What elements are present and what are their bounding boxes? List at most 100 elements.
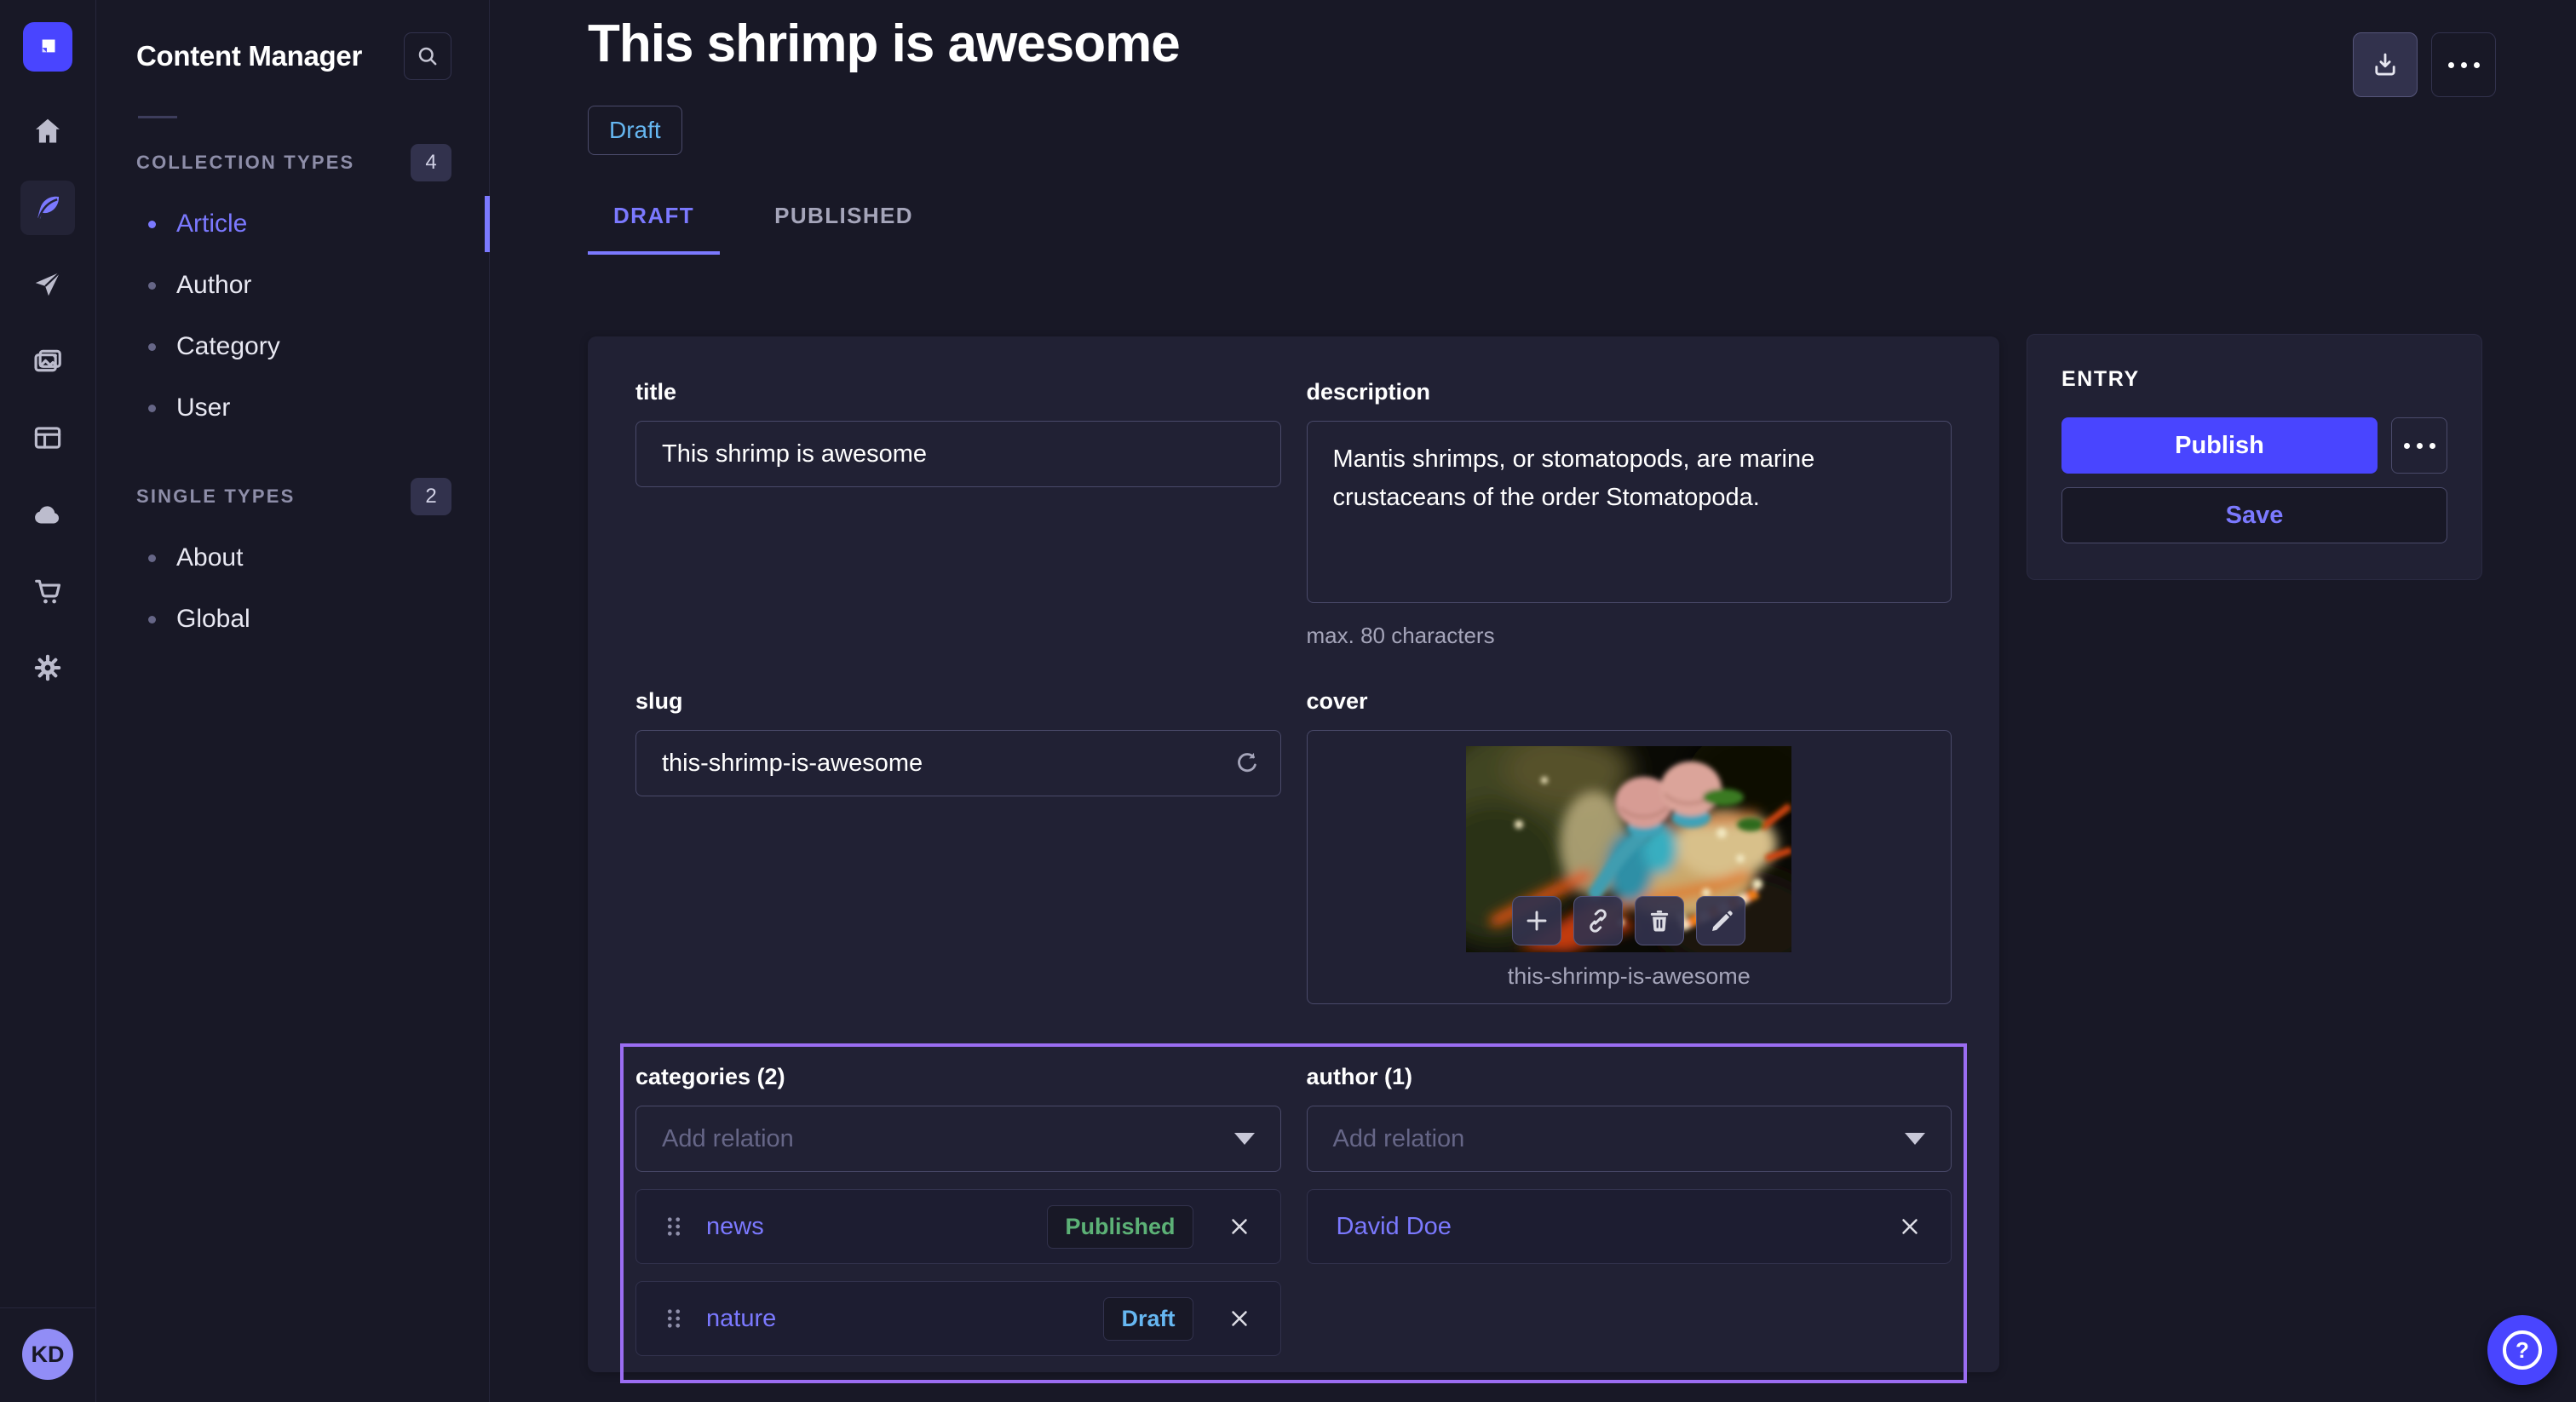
field-title: title — [635, 379, 1281, 649]
remove-relation-nature-button[interactable] — [1221, 1300, 1258, 1337]
relation-link-david-doe[interactable]: David Doe — [1337, 1213, 1452, 1241]
sidebar-divider — [138, 116, 177, 118]
plus-icon — [1523, 907, 1550, 934]
cover-copy-link-button[interactable] — [1573, 896, 1623, 945]
sidebar-title: Content Manager — [136, 40, 362, 72]
categories-placeholder: Add relation — [662, 1125, 794, 1153]
section-label-single-types: SINGLE TYPES — [136, 486, 296, 508]
drag-handle-icon[interactable] — [658, 1215, 689, 1238]
relation-link-nature[interactable]: nature — [706, 1305, 776, 1333]
remove-relation-news-button[interactable] — [1221, 1208, 1258, 1245]
regenerate-slug-button[interactable] — [1225, 741, 1269, 785]
slug-input[interactable] — [635, 730, 1281, 796]
sidebar-item-label: About — [176, 543, 243, 572]
sidebar-item-category[interactable]: Category — [136, 316, 451, 377]
drag-handle-icon[interactable] — [658, 1307, 689, 1330]
bullet-icon — [148, 554, 156, 562]
sidebar-item-about[interactable]: About — [136, 527, 451, 589]
images-icon — [32, 345, 64, 377]
home-icon — [32, 115, 64, 147]
relation-status-badge: Published — [1047, 1205, 1193, 1249]
sidebar-item-article[interactable]: Article — [136, 193, 451, 255]
edit-form-panel: title description Mantis shrimps, or sto… — [588, 336, 1999, 1372]
content-manager-sidebar: Content Manager COLLECTION TYPES 4 Artic… — [97, 0, 490, 1402]
nav-settings[interactable] — [20, 641, 75, 695]
nav-content-type-builder[interactable] — [20, 411, 75, 465]
slug-label: slug — [635, 688, 1281, 715]
strapi-logo[interactable] — [23, 22, 72, 72]
title-label: title — [635, 379, 1281, 405]
sidebar-item-author[interactable]: Author — [136, 255, 451, 316]
title-input[interactable] — [635, 421, 1281, 487]
help-button[interactable]: ? — [2487, 1315, 2557, 1385]
bullet-icon — [148, 221, 156, 228]
description-label: description — [1307, 379, 1952, 405]
close-icon — [1897, 1214, 1923, 1239]
gear-icon — [32, 652, 64, 684]
cover-delete-button[interactable] — [1635, 896, 1684, 945]
search-button[interactable] — [404, 32, 451, 80]
author-placeholder: Add relation — [1333, 1125, 1465, 1153]
nav-content-manager[interactable] — [20, 181, 75, 235]
export-button[interactable] — [2353, 32, 2418, 97]
header-more-button[interactable] — [2431, 32, 2496, 97]
nav-media-library[interactable] — [20, 334, 75, 388]
description-hint: max. 80 characters — [1307, 623, 1952, 649]
nav-home[interactable] — [20, 104, 75, 158]
field-categories: categories (2) Add relation — [635, 1064, 1281, 1356]
ellipsis-icon — [2404, 443, 2435, 449]
ellipsis-icon — [2448, 62, 2480, 68]
nav-marketplace[interactable] — [20, 564, 75, 618]
categories-relation-combobox[interactable]: Add relation — [635, 1106, 1281, 1172]
sidebar-item-global[interactable]: Global — [136, 589, 451, 650]
rail-footer: KD — [0, 1307, 95, 1402]
sidebar-item-label: Author — [176, 271, 251, 300]
bullet-icon — [148, 405, 156, 412]
status-badge: Draft — [588, 106, 682, 155]
sidebar-item-label: User — [176, 394, 230, 422]
author-label: author (1) — [1307, 1064, 1952, 1090]
publish-button[interactable]: Publish — [2061, 417, 2378, 474]
version-tabs: DRAFT PUBLISHED — [588, 203, 939, 255]
layout-icon — [32, 422, 64, 454]
strapi-logo-icon — [33, 32, 62, 61]
relation-status-badge: Draft — [1103, 1297, 1193, 1341]
download-icon — [2371, 50, 2400, 79]
header-actions — [2353, 32, 2496, 97]
cover-add-button[interactable] — [1512, 896, 1561, 945]
remove-relation-david-doe-button[interactable] — [1891, 1208, 1929, 1245]
user-avatar[interactable]: KD — [22, 1329, 73, 1380]
field-slug: slug — [635, 688, 1281, 1004]
tab-draft[interactable]: DRAFT — [588, 203, 720, 255]
link-icon — [1584, 907, 1612, 934]
field-author: author (1) Add relation David Doe — [1307, 1064, 1952, 1264]
icon-rail: KD — [0, 0, 96, 1402]
relation-link-news[interactable]: news — [706, 1213, 764, 1241]
entry-panel-title: ENTRY — [2061, 367, 2447, 392]
main-content: This shrimp is awesome Draft DRAFT PUBLI… — [491, 0, 2576, 1402]
feather-icon — [32, 192, 64, 224]
rail-nav — [20, 104, 75, 695]
section-label-collection-types: COLLECTION TYPES — [136, 152, 354, 174]
question-mark-icon: ? — [2503, 1330, 2542, 1370]
nav-releases[interactable] — [20, 257, 75, 312]
bullet-icon — [148, 282, 156, 290]
relation-row-news: news Published — [635, 1189, 1281, 1264]
entry-panel: ENTRY Publish Save — [2027, 334, 2482, 580]
page-title: This shrimp is awesome — [588, 14, 1180, 74]
sidebar-item-user[interactable]: User — [136, 377, 451, 439]
sidebar-item-label: Category — [176, 332, 280, 361]
author-relation-combobox[interactable]: Add relation — [1307, 1106, 1952, 1172]
refresh-icon — [1233, 749, 1262, 778]
chevron-down-icon — [1905, 1133, 1925, 1145]
sidebar-item-label: Article — [176, 210, 247, 238]
entry-more-button[interactable] — [2391, 417, 2447, 474]
cover-filename: this-shrimp-is-awesome — [1308, 963, 1952, 990]
relations-highlight-group: categories (2) Add relation — [620, 1043, 1967, 1383]
trash-icon — [1646, 907, 1673, 934]
nav-deployments[interactable] — [20, 487, 75, 542]
save-button[interactable]: Save — [2061, 487, 2447, 543]
description-textarea[interactable]: Mantis shrimps, or stomatopods, are mari… — [1307, 421, 1952, 603]
tab-published[interactable]: PUBLISHED — [749, 203, 939, 255]
cover-edit-button[interactable] — [1696, 896, 1745, 945]
